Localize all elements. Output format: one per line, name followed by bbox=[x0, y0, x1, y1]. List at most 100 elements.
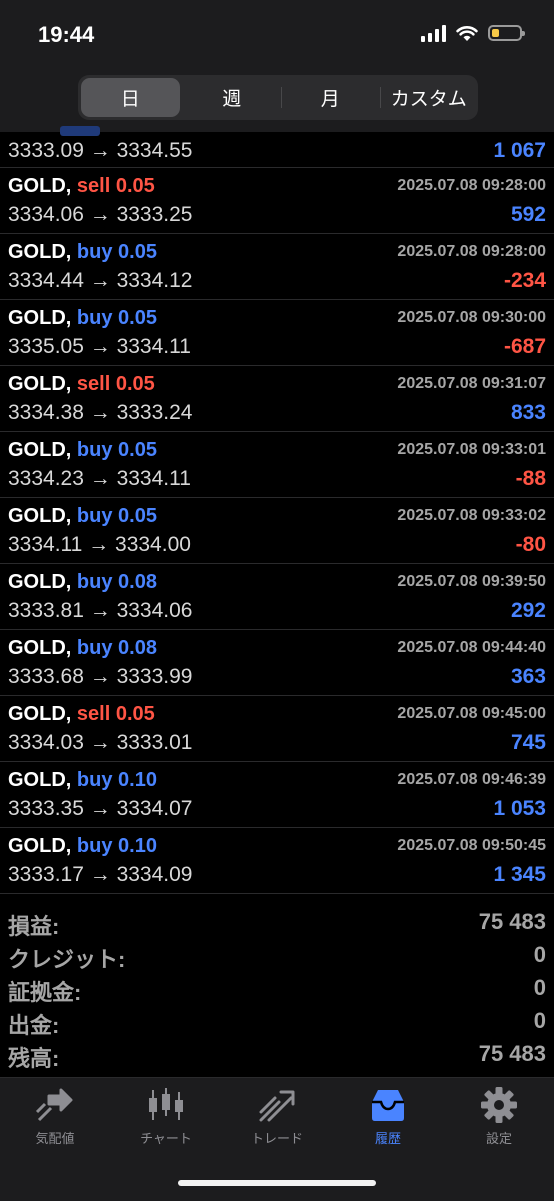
trade-symbol-side: GOLD, buy 0.05 bbox=[8, 241, 157, 264]
tab-quotes[interactable]: 気配値 bbox=[0, 1086, 110, 1147]
chart-icon bbox=[149, 1088, 183, 1120]
trade-prices: 3333.35 → 3334.07 bbox=[8, 797, 193, 820]
cellular-signal-icon bbox=[421, 24, 446, 42]
trade-symbol-side: GOLD, sell 0.05 bbox=[8, 703, 155, 726]
trade-symbol-side: GOLD, buy 0.08 bbox=[8, 637, 157, 660]
header: 日 週 月 カスタム bbox=[0, 70, 554, 132]
trade-symbol-side: GOLD, sell 0.05 bbox=[8, 373, 155, 396]
summary-credit-row: クレジット: 0 bbox=[0, 938, 554, 972]
trade-prices: 3333.09 → 3334.55 bbox=[8, 139, 193, 162]
summary-withdrawal-row: 出金: 0 bbox=[0, 1004, 554, 1038]
trade-side-volume: buy 0.05 bbox=[76, 439, 157, 461]
trade-symbol: GOLD, bbox=[8, 373, 72, 395]
trade-symbol-side: GOLD, buy 0.10 bbox=[8, 835, 157, 858]
settings-icon bbox=[481, 1087, 517, 1123]
tab-label: 履歴 bbox=[374, 1131, 401, 1146]
trade-symbol-side: GOLD, buy 0.10 bbox=[8, 769, 157, 792]
trade-symbol: GOLD, bbox=[8, 703, 72, 725]
trade-side-volume: sell 0.05 bbox=[76, 703, 155, 725]
trade-symbol: GOLD, bbox=[8, 175, 72, 197]
trade-side-volume: buy 0.10 bbox=[76, 769, 157, 791]
tab-label: 設定 bbox=[485, 1131, 512, 1146]
segment-custom[interactable]: カスタム bbox=[379, 75, 479, 120]
tab-label: チャート bbox=[140, 1131, 192, 1146]
trade-row-partial[interactable]: 3333.09 → 3334.55 1 067 bbox=[0, 126, 554, 168]
summary-value: 0 bbox=[533, 975, 546, 1000]
summary-margin-row: 証拠金: 0 bbox=[0, 971, 554, 1005]
trade-symbol: GOLD, bbox=[8, 307, 72, 329]
quotes-icon bbox=[35, 1088, 73, 1122]
trade-row[interactable]: GOLD, sell 0.05 2025.07.08 09:31:07 3334.3… bbox=[0, 366, 554, 432]
trade-prices: 3334.23 → 3334.11 bbox=[8, 467, 191, 490]
summary-profit-row: 損益: 75 483 bbox=[0, 905, 554, 939]
trade-prices: 3334.06 → 3333.25 bbox=[8, 203, 193, 226]
tab-label: トレード bbox=[250, 1131, 303, 1146]
partial-row-fragment bbox=[60, 126, 100, 136]
trade-symbol-side: GOLD, buy 0.08 bbox=[8, 571, 157, 594]
trade-row[interactable]: GOLD, buy 0.08 2025.07.08 09:44:40 3333.68… bbox=[0, 630, 554, 696]
trade-row[interactable]: GOLD, sell 0.05 2025.07.08 09:45:00 3334.0… bbox=[0, 696, 554, 762]
trade-datetime: 2025.07.08 09:33:02 bbox=[397, 507, 546, 524]
period-segmented-control: 日 週 月 カスタム bbox=[78, 75, 478, 120]
trade-side-volume: buy 0.10 bbox=[76, 835, 157, 857]
wifi-icon bbox=[456, 25, 478, 41]
summary-label: 残高: bbox=[8, 1046, 60, 1071]
trade-symbol: GOLD, bbox=[8, 637, 72, 659]
summary-value: 75 483 bbox=[478, 909, 546, 934]
trade-row[interactable]: GOLD, buy 0.10 2025.07.08 09:50:45 3333.17… bbox=[0, 828, 554, 894]
status-time: 19:44 bbox=[38, 22, 95, 47]
tab-label: 気配値 bbox=[35, 1131, 75, 1146]
trade-profit: -234 bbox=[503, 269, 546, 292]
trade-prices: 3335.05 → 3334.11 bbox=[8, 335, 191, 358]
trade-prices: 3334.38 → 3333.24 bbox=[8, 401, 193, 424]
tab-trade[interactable]: トレード bbox=[222, 1086, 332, 1147]
trade-prices: 3333.68 → 3333.99 bbox=[8, 665, 193, 688]
trade-row[interactable]: GOLD, buy 0.05 2025.07.08 09:33:02 3334.11… bbox=[0, 498, 554, 564]
trade-profit: 833 bbox=[510, 401, 546, 424]
trade-profit: 745 bbox=[510, 731, 546, 754]
trade-row[interactable]: GOLD, sell 0.05 2025.07.08 09:28:00 3334.0… bbox=[0, 168, 554, 234]
trade-profit: 1 067 bbox=[493, 139, 546, 162]
trade-prices: 3333.81 → 3334.06 bbox=[8, 599, 193, 622]
trade-profit: 1 053 bbox=[493, 797, 546, 820]
summary-value: 75 483 bbox=[478, 1041, 546, 1066]
summary-label: クレジット: bbox=[8, 947, 126, 972]
trade-symbol: GOLD, bbox=[8, 571, 72, 593]
tab-settings[interactable]: 設定 bbox=[444, 1086, 554, 1147]
summary-label: 証拠金: bbox=[8, 980, 82, 1005]
tab-history[interactable]: 履歴 bbox=[333, 1086, 443, 1147]
trade-symbol-side: GOLD, buy 0.05 bbox=[8, 439, 157, 462]
trade-row[interactable]: GOLD, buy 0.10 2025.07.08 09:46:39 3333.35… bbox=[0, 762, 554, 828]
trade-profit: 1 345 bbox=[493, 863, 546, 886]
trade-row[interactable]: GOLD, buy 0.05 2025.07.08 09:28:00 3334.44… bbox=[0, 234, 554, 300]
segment-day[interactable]: 日 bbox=[81, 78, 180, 117]
trade-profit: 592 bbox=[510, 203, 546, 226]
trade-row[interactable]: GOLD, buy 0.05 2025.07.08 09:30:00 3335.05… bbox=[0, 300, 554, 366]
trade-symbol: GOLD, bbox=[8, 439, 72, 461]
trade-row[interactable]: GOLD, buy 0.05 2025.07.08 09:33:01 3334.23… bbox=[0, 432, 554, 498]
trade-datetime: 2025.07.08 09:31:07 bbox=[397, 375, 546, 392]
summary-balance-row: 残高: 75 483 bbox=[0, 1037, 554, 1071]
trade-side-volume: sell 0.05 bbox=[76, 373, 155, 395]
trade-datetime: 2025.07.08 09:28:00 bbox=[397, 243, 546, 260]
home-indicator[interactable] bbox=[178, 1180, 376, 1186]
trade-profit: -80 bbox=[515, 533, 546, 556]
trade-history-list: 3333.09 → 3334.55 1 067 GOLD, sell 0.05 2… bbox=[0, 126, 554, 894]
tab-chart[interactable]: チャート bbox=[111, 1086, 221, 1147]
trade-side-volume: buy 0.08 bbox=[76, 637, 157, 659]
segment-month[interactable]: 月 bbox=[281, 75, 380, 120]
trade-side-volume: sell 0.05 bbox=[76, 175, 155, 197]
trade-prices: 3334.03 → 3333.01 bbox=[8, 731, 193, 754]
trade-prices: 3334.11 → 3334.00 bbox=[8, 533, 191, 556]
status-bar: 19:44 bbox=[0, 0, 554, 70]
segment-week[interactable]: 週 bbox=[183, 75, 282, 120]
trade-side-volume: buy 0.05 bbox=[76, 241, 157, 263]
trade-datetime: 2025.07.08 09:45:00 bbox=[397, 705, 546, 722]
trade-datetime: 2025.07.08 09:33:01 bbox=[397, 441, 546, 458]
trade-row[interactable]: GOLD, buy 0.08 2025.07.08 09:39:50 3333.81… bbox=[0, 564, 554, 630]
trade-prices: 3333.17 → 3334.09 bbox=[8, 863, 193, 886]
trade-datetime: 2025.07.08 09:50:45 bbox=[397, 837, 546, 854]
summary-label: 出金: bbox=[8, 1013, 60, 1038]
trade-datetime: 2025.07.08 09:28:00 bbox=[397, 177, 546, 194]
summary-label: 損益: bbox=[8, 914, 60, 939]
